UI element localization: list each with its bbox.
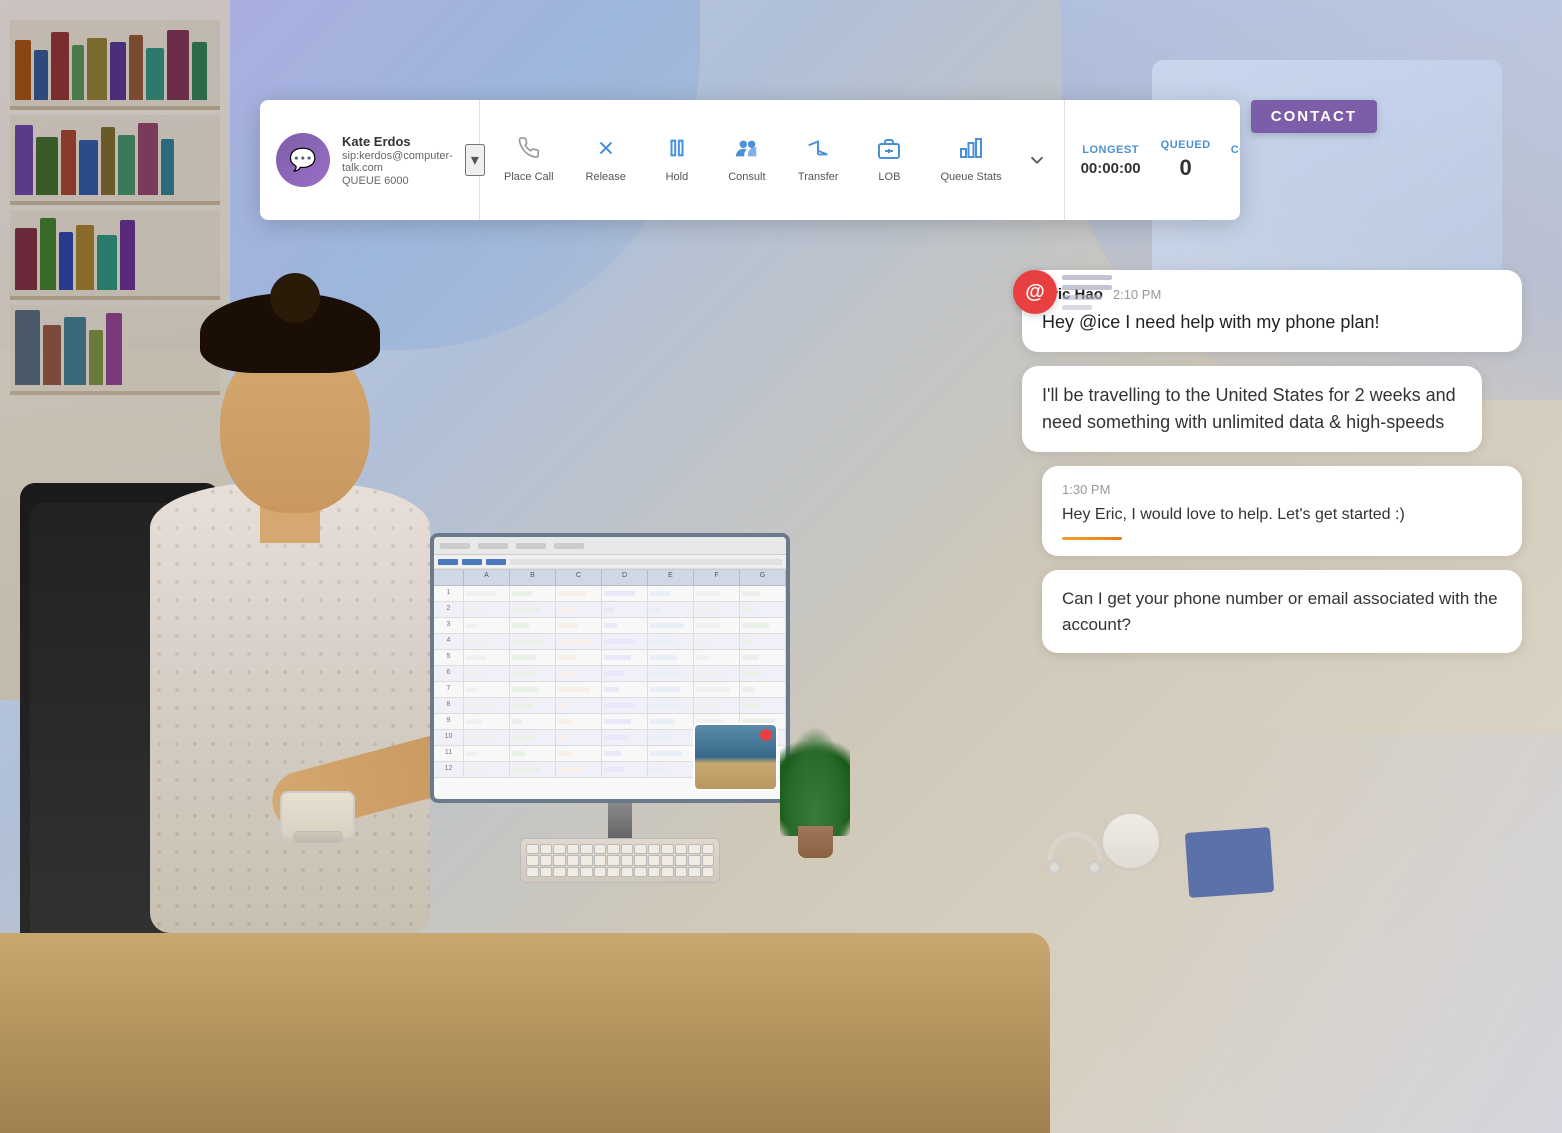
chat-message-3: 1:30 PM Hey Eric, I would love to help. … [1042,466,1522,556]
longest-value: 00:00:00 [1081,160,1141,177]
headphones [1047,832,1102,875]
person [90,333,470,933]
person-hair-bun [270,273,320,323]
screen-toolbar [434,555,786,569]
briefcase-icon [877,137,901,165]
x-icon [595,137,617,165]
chat-text-4: Can I get your phone number or email ass… [1062,586,1502,637]
chat-header-3: 1:30 PM [1062,482,1502,497]
agent-avatar-icon: 💬 [289,147,316,173]
place-call-button[interactable]: Place Call [488,100,570,220]
monitor: A B C D E F G 123456789101112 [430,533,810,853]
keyboard [520,838,720,883]
agent-info-section: 💬 Kate Erdos sip:kerdos@computer-talk.co… [260,100,480,220]
chat-time-3: 1:30 PM [1062,482,1110,497]
transfer-button[interactable]: Transfer [782,100,855,220]
chat-text-3: Hey Eric, I would love to help. Let's ge… [1062,503,1502,527]
hold-button[interactable]: Hold [642,100,712,220]
release-button[interactable]: Release [570,100,642,220]
person-shirt-pattern [150,483,430,933]
agent-avatar: 💬 [276,133,330,187]
people-icon [734,137,760,165]
hold-label: Hold [666,171,689,183]
toolbar-more-button[interactable] [1018,149,1056,171]
contact-time-label: CONTACT TIME [1231,144,1240,156]
toolbar: 💬 Kate Erdos sip:kerdos@computer-talk.co… [260,100,1240,220]
consult-label: Consult [728,171,765,183]
queued-stat: QUEUED 0 [1161,139,1211,181]
lob-button[interactable]: LOB [854,100,924,220]
agent-response-line [1062,537,1122,540]
agent-name: Kate Erdos [342,134,453,149]
lob-label: LOB [878,171,900,183]
release-label: Release [586,171,626,183]
chat-text-2: I'll be travelling to the United States … [1042,382,1462,436]
toolbar-actions: Place Call Release Hold [480,100,1064,220]
stats-section: LONGEST 00:00:00 QUEUED 0 CONTACT TIME 0… [1064,100,1240,220]
chat-text-1: Hey @ice I need help with my phone plan! [1042,309,1502,336]
chat-overlay: Eric Hao 2:10 PM Hey @ice I need help wi… [1022,270,1522,653]
screen-menubar [434,537,786,555]
place-call-label: Place Call [504,171,554,183]
decoration-lines [1062,275,1112,310]
queued-value: 0 [1180,155,1192,181]
agent-details: Kate Erdos sip:kerdos@computer-talk.com … [342,134,453,187]
bar-chart-icon [959,137,983,165]
desk-surface [0,933,1050,1133]
queue-stats-label: Queue Stats [940,171,1001,183]
agent-sip: sip:kerdos@computer-talk.com [342,150,453,174]
longest-label: LONGEST [1082,144,1139,156]
monitor-screen: A B C D E F G 123456789101112 [430,533,790,803]
transfer-icon [805,137,831,165]
agent-queue: QUEUE 6000 [342,175,453,187]
smart-device [1100,811,1162,871]
plant [780,726,850,858]
pause-icon [666,137,688,165]
deco-bottom-right [962,733,1562,1133]
consult-button[interactable]: Consult [712,100,782,220]
screen-content: A B C D E F G 123456789101112 [434,537,786,799]
contact-time-stat: CONTACT TIME 00:03:03 [1231,144,1240,177]
notepad [1185,827,1274,898]
at-icon: @ [1013,270,1057,314]
desk-phone [280,791,355,843]
queued-label: QUEUED [1161,139,1211,151]
contact-badge[interactable]: CONTACT [1251,100,1377,133]
longest-stat: LONGEST 00:00:00 [1081,144,1141,177]
chat-message-2: I'll be travelling to the United States … [1022,366,1482,452]
transfer-label: Transfer [798,171,839,183]
phone-icon [518,137,540,165]
video-thumbnail [693,723,778,791]
chat-message-4: Can I get your phone number or email ass… [1042,570,1522,653]
plant-leaves [780,726,850,836]
chat-time-1: 2:10 PM [1113,287,1161,302]
monitor-stand [608,803,632,838]
queue-stats-button[interactable]: Queue Stats [924,100,1017,220]
plant-pot [798,826,833,858]
